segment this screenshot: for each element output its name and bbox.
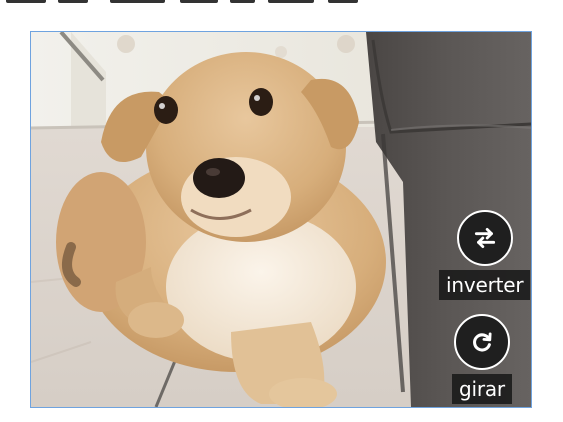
rotate-icon	[473, 332, 492, 352]
rotate-label: girar	[452, 374, 512, 404]
cropped-text-strip	[0, 0, 563, 14]
invert-button[interactable]	[456, 210, 513, 266]
rotate-control: girar	[452, 314, 512, 404]
invert-control: inverter	[439, 210, 531, 300]
swap-arrows-icon	[474, 227, 495, 249]
rotate-button[interactable]	[453, 314, 510, 370]
photo-frame: inverter girar	[30, 31, 532, 408]
invert-label: inverter	[439, 270, 531, 300]
